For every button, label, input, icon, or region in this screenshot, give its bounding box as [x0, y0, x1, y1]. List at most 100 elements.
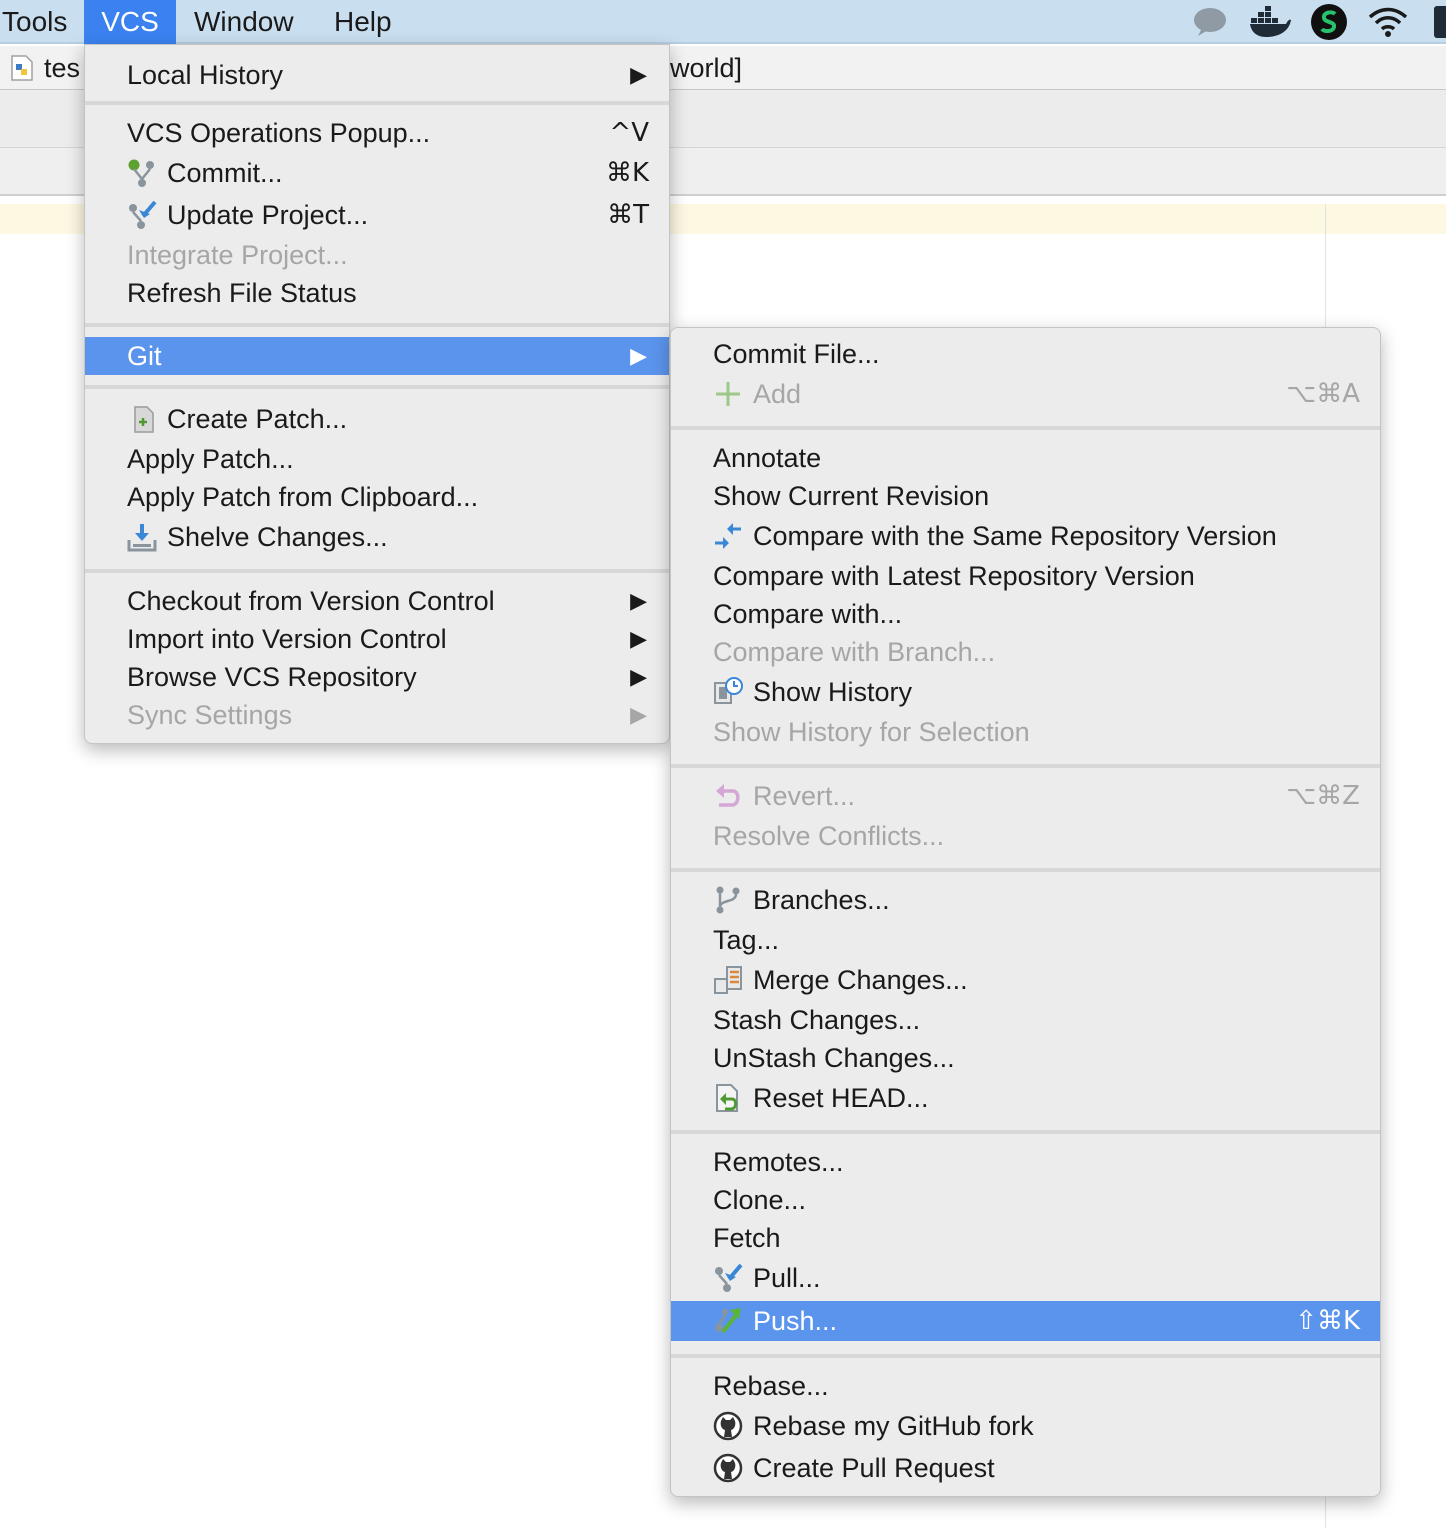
editor-tab-label[interactable]: tes: [44, 46, 80, 90]
menubar-item-tools[interactable]: Tools: [0, 0, 69, 44]
menu-separator: [85, 101, 669, 105]
branches-icon: [716, 886, 740, 914]
menu-item-show-history[interactable]: Show History: [671, 672, 1380, 712]
menu-item-remotes[interactable]: Remotes...: [671, 1142, 1380, 1182]
menu-item-show-current-revision[interactable]: Show Current Revision: [671, 476, 1380, 516]
menu-item-git[interactable]: Git ▶: [85, 337, 669, 375]
menu-item-label: UnStash Changes...: [713, 1043, 955, 1073]
menu-item-label: Revert...: [753, 781, 856, 811]
add-plus-icon: [716, 382, 740, 406]
submenu-arrow-icon: ▶: [630, 62, 647, 87]
create-patch-icon: [134, 406, 154, 433]
menubar-item-vcs[interactable]: VCS: [84, 0, 176, 44]
menu-item-commit[interactable]: Commit... ⌘K: [85, 153, 669, 193]
menu-item-label: Shelve Changes...: [167, 522, 388, 552]
menu-item-label: Checkout from Version Control: [127, 586, 495, 616]
menubar-item-help[interactable]: Help: [334, 0, 392, 44]
menu-item-merge-changes[interactable]: Merge Changes...: [671, 960, 1380, 1000]
menu-item-label: Branches...: [753, 885, 890, 915]
submenu-arrow-icon: ▶: [630, 588, 647, 613]
menu-item-annotate[interactable]: Annotate: [671, 438, 1380, 478]
menu-item-shortcut: ⇧⌘K: [1295, 1306, 1360, 1336]
app-s-icon[interactable]: [1310, 3, 1348, 41]
menu-item-label: Reset HEAD...: [753, 1083, 929, 1113]
menu-item-compare-branch: Compare with Branch...: [671, 632, 1380, 672]
menu-separator: [671, 1130, 1380, 1134]
menu-item-show-history-selection: Show History for Selection: [671, 712, 1380, 752]
menu-item-refresh-file-status[interactable]: Refresh File Status: [85, 273, 669, 313]
menu-separator: [85, 385, 669, 389]
update-project-icon: [129, 200, 157, 229]
menu-item-label: Create Patch...: [167, 404, 348, 434]
revert-icon: [716, 784, 740, 807]
menu-item-shortcut: ^V: [609, 118, 649, 148]
menu-item-create-patch[interactable]: Create Patch...: [85, 399, 669, 439]
submenu-arrow-icon: ▶: [630, 702, 647, 727]
menu-item-revert: Revert... ⌥⌘Z: [671, 776, 1380, 816]
menu-item-label: Tag...: [713, 925, 780, 955]
menu-item-rebase[interactable]: Rebase...: [671, 1366, 1380, 1406]
chat-bubble-icon[interactable]: [1192, 6, 1228, 38]
menu-item-label: Commit...: [167, 158, 283, 188]
menu-item-integrate-project: Integrate Project...: [85, 235, 669, 275]
menubar: Tools VCS Window Help: [0, 0, 1446, 44]
github-icon: [713, 1453, 743, 1483]
pull-icon: [715, 1263, 743, 1292]
menu-item-create-pull-request[interactable]: Create Pull Request: [671, 1448, 1380, 1488]
menu-item-label: Resolve Conflicts...: [713, 821, 945, 851]
menu-item-branches[interactable]: Branches...: [671, 880, 1380, 920]
menu-item-update-project[interactable]: Update Project... ⌘T: [85, 195, 669, 235]
menu-item-label: Rebase...: [713, 1371, 829, 1401]
menu-item-sync-settings: Sync Settings ▶: [85, 695, 669, 735]
menu-item-import[interactable]: Import into Version Control ▶: [85, 619, 669, 659]
menu-item-clone[interactable]: Clone...: [671, 1180, 1380, 1220]
menu-separator: [671, 764, 1380, 768]
menu-item-apply-patch-clipboard[interactable]: Apply Patch from Clipboard...: [85, 477, 669, 517]
wifi-icon[interactable]: [1368, 6, 1408, 38]
menu-item-shortcut: ⌥⌘A: [1286, 379, 1360, 409]
menubar-item-window[interactable]: Window: [194, 0, 294, 44]
vcs-menu: Local History ▶ VCS Operations Popup... …: [84, 44, 670, 744]
menu-item-vcs-operations-popup[interactable]: VCS Operations Popup... ^V: [85, 113, 669, 153]
menu-item-label: Compare with...: [713, 599, 903, 629]
menu-item-compare-same[interactable]: Compare with the Same Repository Version: [671, 516, 1380, 556]
menu-item-reset-head[interactable]: Reset HEAD...: [671, 1078, 1380, 1118]
menu-item-push[interactable]: Push... ⇧⌘K: [671, 1301, 1380, 1341]
submenu-arrow-icon: ▶: [630, 664, 647, 689]
commit-icon: [128, 159, 154, 187]
menu-item-label: Import into Version Control: [127, 624, 447, 654]
menu-item-label: Show Current Revision: [713, 481, 990, 511]
menu-item-tag[interactable]: Tag...: [671, 920, 1380, 960]
shelve-icon: [127, 524, 157, 552]
menu-item-fetch[interactable]: Fetch: [671, 1218, 1380, 1258]
menu-item-shortcut: ⌘K: [605, 158, 649, 188]
menu-item-label: Refresh File Status: [127, 278, 357, 308]
menu-item-apply-patch[interactable]: Apply Patch...: [85, 439, 669, 479]
menu-item-checkout[interactable]: Checkout from Version Control ▶: [85, 581, 669, 621]
menu-item-label: VCS Operations Popup...: [127, 118, 431, 148]
menu-item-compare-latest[interactable]: Compare with Latest Repository Version: [671, 556, 1380, 596]
battery-icon: [1434, 6, 1446, 38]
merge-icon: [714, 966, 742, 994]
menu-item-compare-with[interactable]: Compare with...: [671, 594, 1380, 634]
menu-item-label: Integrate Project...: [127, 240, 348, 270]
docker-icon[interactable]: [1250, 6, 1292, 38]
git-submenu: Commit File... Add ⌥⌘A Annotate Show Cur…: [670, 327, 1381, 1497]
menu-item-browse[interactable]: Browse VCS Repository ▶: [85, 657, 669, 697]
menu-item-local-history[interactable]: Local History ▶: [85, 55, 669, 95]
menu-separator: [671, 426, 1380, 430]
reset-head-icon: [716, 1084, 738, 1112]
menu-item-pull[interactable]: Pull...: [671, 1258, 1380, 1298]
menu-item-label: Apply Patch from Clipboard...: [127, 482, 479, 512]
push-icon: [715, 1308, 741, 1334]
menu-item-rebase-github-fork[interactable]: Rebase my GitHub fork: [671, 1406, 1380, 1446]
menu-item-label: Rebase my GitHub fork: [753, 1411, 1034, 1441]
menu-item-commit-file[interactable]: Commit File...: [671, 334, 1380, 374]
menu-item-unstash-changes[interactable]: UnStash Changes...: [671, 1038, 1380, 1078]
menu-item-label: Stash Changes...: [713, 1005, 921, 1035]
history-icon: [714, 677, 743, 704]
menu-item-shelve-changes[interactable]: Shelve Changes...: [85, 517, 669, 557]
menu-item-stash-changes[interactable]: Stash Changes...: [671, 1000, 1380, 1040]
menu-item-shortcut: ⌥⌘Z: [1286, 781, 1360, 811]
menu-item-label: Compare with Branch...: [713, 637, 996, 667]
